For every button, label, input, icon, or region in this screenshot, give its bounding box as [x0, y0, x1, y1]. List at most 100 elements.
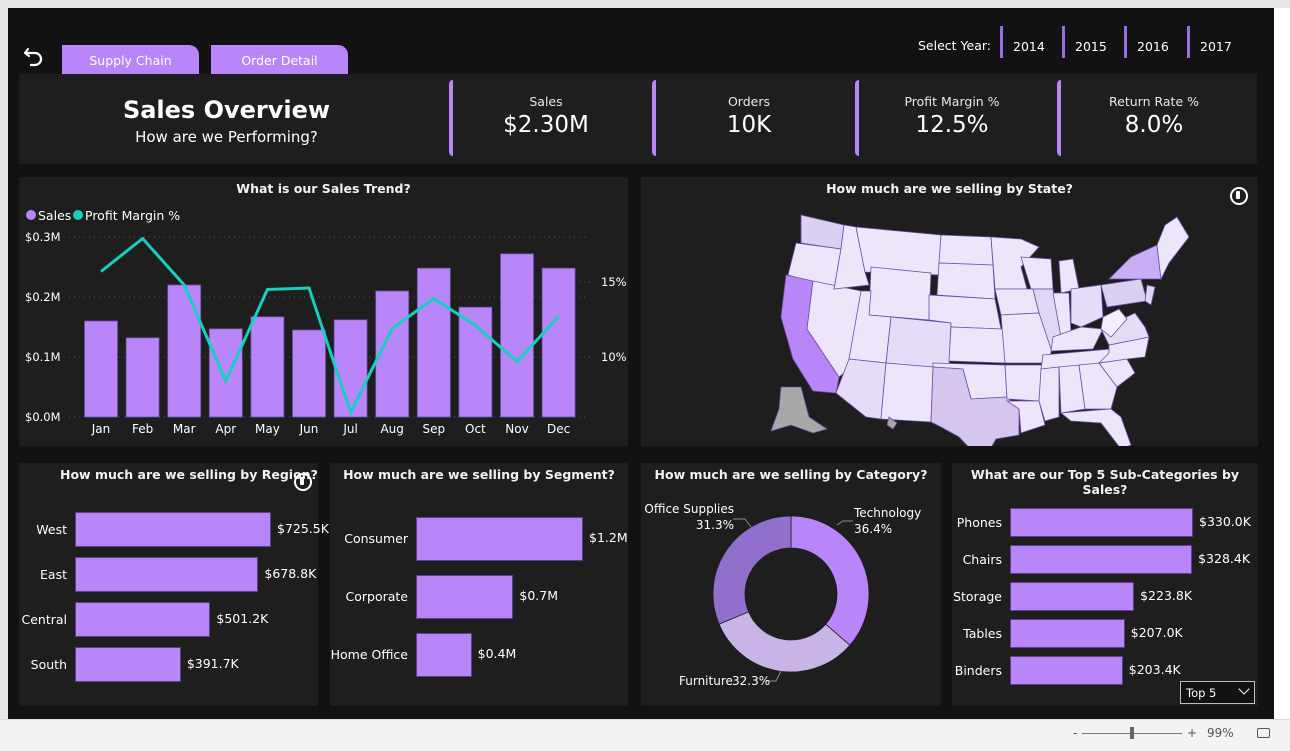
- bar-corporate[interactable]: [416, 575, 514, 619]
- state-ohio[interactable]: [1070, 284, 1104, 328]
- state-florida[interactable]: [1059, 408, 1132, 446]
- segment-panel: How much are we selling by Segment? Cons…: [330, 463, 628, 706]
- x-tick-label: Nov: [505, 422, 528, 436]
- state-washington[interactable]: [800, 214, 845, 250]
- bar-label-tables: Tables: [963, 625, 1002, 641]
- sales-bar-apr[interactable]: [208, 328, 243, 418]
- top-n-dropdown[interactable]: Top 5: [1180, 681, 1255, 704]
- bar-binders[interactable]: [1010, 656, 1123, 685]
- bar-value-south: $391.7K: [186, 655, 239, 671]
- y-left-tick-label: $0.3M: [25, 230, 61, 244]
- state-iowa[interactable]: [994, 288, 1040, 316]
- page-title: Sales Overview: [122, 96, 331, 124]
- y-left-tick-label: $0.0M: [25, 410, 61, 424]
- state-north-dakota[interactable]: [938, 234, 994, 266]
- sales-bar-oct[interactable]: [458, 306, 493, 418]
- y-left-tick-label: $0.1M: [25, 350, 61, 364]
- bar-tables[interactable]: [1010, 619, 1125, 648]
- sales-bar-dec[interactable]: [541, 267, 576, 418]
- bar-value-west: $725.5K: [277, 520, 329, 536]
- category-donut-chart: Technology 36.4% Office Supplies 31.3% F…: [644, 502, 921, 688]
- x-tick-label: Jul: [342, 422, 357, 436]
- state-colorado[interactable]: [885, 316, 952, 370]
- state-alaska[interactable]: [770, 386, 828, 434]
- bar-label-phones: Phones: [956, 514, 1002, 530]
- kpi-header: Sales Overview How are we Performing? Sa…: [19, 74, 1257, 164]
- info-icon[interactable]: [294, 473, 312, 491]
- bar-label-chairs: Chairs: [962, 551, 1002, 567]
- sales-bar-nov[interactable]: [500, 253, 534, 418]
- y-right-tick-label: 15%: [601, 275, 627, 289]
- year-option-2016[interactable]: 2016: [1124, 26, 1169, 58]
- legend-sales-label: Sales: [38, 208, 71, 223]
- state-kansas[interactable]: [948, 326, 1006, 364]
- zoom-level: 99%: [1207, 726, 1234, 740]
- bar-value-phones: $330.0K: [1199, 513, 1251, 529]
- year-option-2014[interactable]: 2014: [1000, 26, 1045, 58]
- state-michigan[interactable]: [1058, 258, 1080, 294]
- kpi-value: 8.0%: [1124, 112, 1184, 138]
- bar-south[interactable]: [75, 647, 181, 682]
- donut-slice-office-supplies[interactable]: [712, 515, 792, 625]
- x-tick-label: Dec: [547, 422, 570, 436]
- sales-bar-feb[interactable]: [125, 337, 160, 418]
- state-new-jersey[interactable]: [1144, 284, 1156, 306]
- tab-order-detail[interactable]: Order Detail: [211, 45, 348, 74]
- state-montana[interactable]: [855, 226, 942, 276]
- year-option-2015[interactable]: 2015: [1062, 26, 1107, 58]
- undo-arrow-icon[interactable]: [22, 44, 48, 70]
- sales-bar-jul[interactable]: [333, 319, 368, 418]
- legend-profit-margin-marker: [73, 210, 83, 220]
- bar-phones[interactable]: [1010, 508, 1193, 537]
- state-pennsylvania[interactable]: [1100, 278, 1148, 308]
- x-tick-label: May: [255, 422, 280, 436]
- fit-to-page-icon[interactable]: [1257, 728, 1270, 738]
- tab-supply-chain-overview[interactable]: Supply Chain Overview: [62, 45, 199, 100]
- bar-consumer[interactable]: [416, 517, 583, 561]
- bar-home-office[interactable]: [416, 633, 472, 677]
- sales-bar-sep[interactable]: [416, 267, 451, 418]
- state-new-york[interactable]: [1108, 244, 1162, 280]
- category-panel: How much are we selling by Category? Tec…: [641, 463, 941, 706]
- x-tick-label: Jun: [299, 422, 319, 436]
- state-new-england[interactable]: [1156, 216, 1190, 281]
- status-bar: [0, 719, 1290, 751]
- leader-line-office-supplies: [733, 518, 752, 528]
- kpi-value: 10K: [726, 112, 772, 138]
- region-panel: How much are we selling by Region? West $…: [19, 463, 329, 706]
- bar-value-east: $678.8K: [264, 565, 317, 581]
- bar-chairs[interactable]: [1010, 545, 1193, 574]
- state-new-mexico[interactable]: [880, 362, 934, 423]
- bar-west[interactable]: [75, 512, 271, 547]
- x-tick-label: Sep: [422, 422, 445, 436]
- legend-sales-marker: [26, 210, 36, 220]
- donut-label-technology-name: Technology: [853, 506, 921, 520]
- year-option-2017[interactable]: 2017: [1187, 26, 1232, 58]
- state-arkansas[interactable]: [1004, 364, 1044, 402]
- bar-value-binders: $203.4K: [1128, 661, 1181, 677]
- bar-east[interactable]: [75, 557, 259, 592]
- zoom-out-button[interactable]: -: [1073, 726, 1077, 740]
- kpi-label: Return Rate %: [1109, 94, 1199, 109]
- donut-label-furniture-value: 32.3%: [732, 674, 770, 688]
- zoom-slider-thumb[interactable]: [1129, 727, 1134, 739]
- state-wyoming[interactable]: [868, 266, 932, 321]
- us-state-map[interactable]: [641, 177, 1258, 446]
- kpi-label: Profit Margin %: [904, 94, 1000, 109]
- bar-label-south: South: [30, 656, 67, 672]
- kpi-card-return-rate: Return Rate % 8.0%: [1057, 80, 1247, 156]
- x-tick-label: Oct: [465, 422, 486, 436]
- bar-storage[interactable]: [1010, 582, 1135, 611]
- bar-central[interactable]: [75, 602, 211, 637]
- state-south-dakota[interactable]: [936, 262, 996, 300]
- bar-value-consumer: $1.2M: [589, 530, 628, 545]
- sales-bar-jan[interactable]: [84, 320, 118, 418]
- sales-bar-may[interactable]: [250, 316, 285, 418]
- zoom-in-button[interactable]: +: [1187, 726, 1197, 740]
- sales-bar-mar[interactable]: [167, 284, 202, 418]
- sales-bar-jun[interactable]: [292, 329, 326, 418]
- subcategory-panel: What are our Top 5 Sub-Categories by Sal…: [952, 463, 1258, 706]
- chart-title: What are our Top 5 Sub-Categories by Sal…: [970, 467, 1240, 497]
- bar-label-binders: Binders: [954, 662, 1002, 678]
- leader-line-technology: [836, 520, 853, 526]
